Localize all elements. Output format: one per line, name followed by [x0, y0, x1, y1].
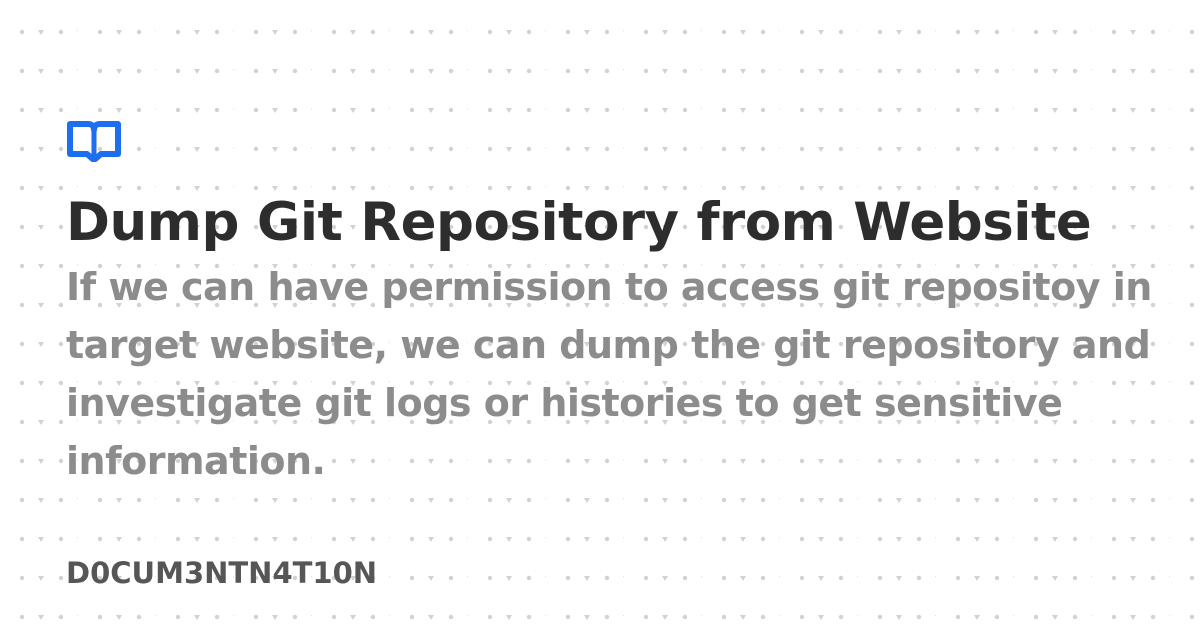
page-title: Dump Git Repository from Website [66, 192, 1092, 253]
book-open-icon [67, 121, 121, 162]
page-description: If we can have permission to access git … [66, 265, 1152, 483]
content-card: Dump Git Repository from Website If we c… [66, 118, 1186, 490]
site-name: D0CUM3NTN4T10N [66, 556, 378, 590]
